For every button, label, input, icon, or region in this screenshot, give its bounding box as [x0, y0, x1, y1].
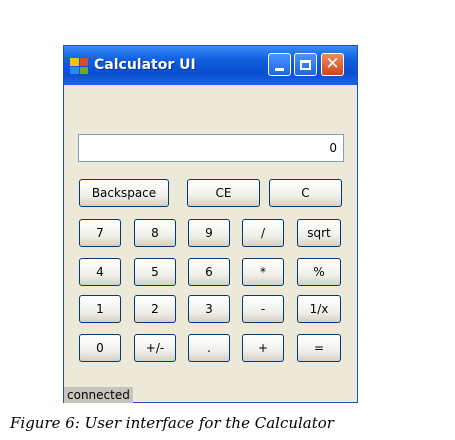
minimize-button[interactable]	[268, 53, 291, 76]
title-bar[interactable]: Calculator UI ✕	[64, 46, 357, 85]
decimal-button[interactable]: .	[188, 334, 230, 362]
figure-caption: Figure 6: User interface for the Calcula…	[10, 414, 334, 432]
close-button[interactable]: ✕	[321, 53, 344, 76]
equals-button[interactable]: =	[297, 334, 341, 362]
digit-2-button[interactable]: 2	[134, 295, 176, 323]
digit-7-button[interactable]: 7	[79, 219, 121, 247]
maximize-icon	[300, 59, 311, 70]
plus-minus-button[interactable]: +/-	[134, 334, 176, 362]
status-label: connected	[64, 387, 133, 403]
window-title: Calculator UI	[94, 57, 196, 73]
clear-button[interactable]: C	[269, 179, 342, 207]
minimize-icon	[275, 67, 284, 71]
calculator-window: Calculator UI ✕ 0 Backspace CE C 7 8 9 /…	[63, 45, 358, 403]
digit-9-button[interactable]: 9	[188, 219, 230, 247]
percent-button[interactable]: %	[297, 258, 341, 286]
reciprocal-button[interactable]: 1/x	[297, 295, 341, 323]
digit-8-button[interactable]: 8	[134, 219, 176, 247]
digit-0-button[interactable]: 0	[79, 334, 121, 362]
multiply-button[interactable]: *	[242, 258, 284, 286]
plus-button[interactable]: +	[242, 334, 284, 362]
app-icon	[70, 58, 88, 74]
result-display[interactable]: 0	[78, 134, 344, 162]
close-icon: ✕	[325, 54, 340, 74]
minus-button[interactable]: -	[242, 295, 284, 323]
sqrt-button[interactable]: sqrt	[297, 219, 341, 247]
digit-5-button[interactable]: 5	[134, 258, 176, 286]
digit-1-button[interactable]: 1	[79, 295, 121, 323]
digit-6-button[interactable]: 6	[188, 258, 230, 286]
digit-4-button[interactable]: 4	[79, 258, 121, 286]
maximize-button[interactable]	[294, 53, 317, 76]
divide-button[interactable]: /	[242, 219, 284, 247]
backspace-button[interactable]: Backspace	[79, 179, 169, 207]
digit-3-button[interactable]: 3	[188, 295, 230, 323]
clear-entry-button[interactable]: CE	[187, 179, 260, 207]
